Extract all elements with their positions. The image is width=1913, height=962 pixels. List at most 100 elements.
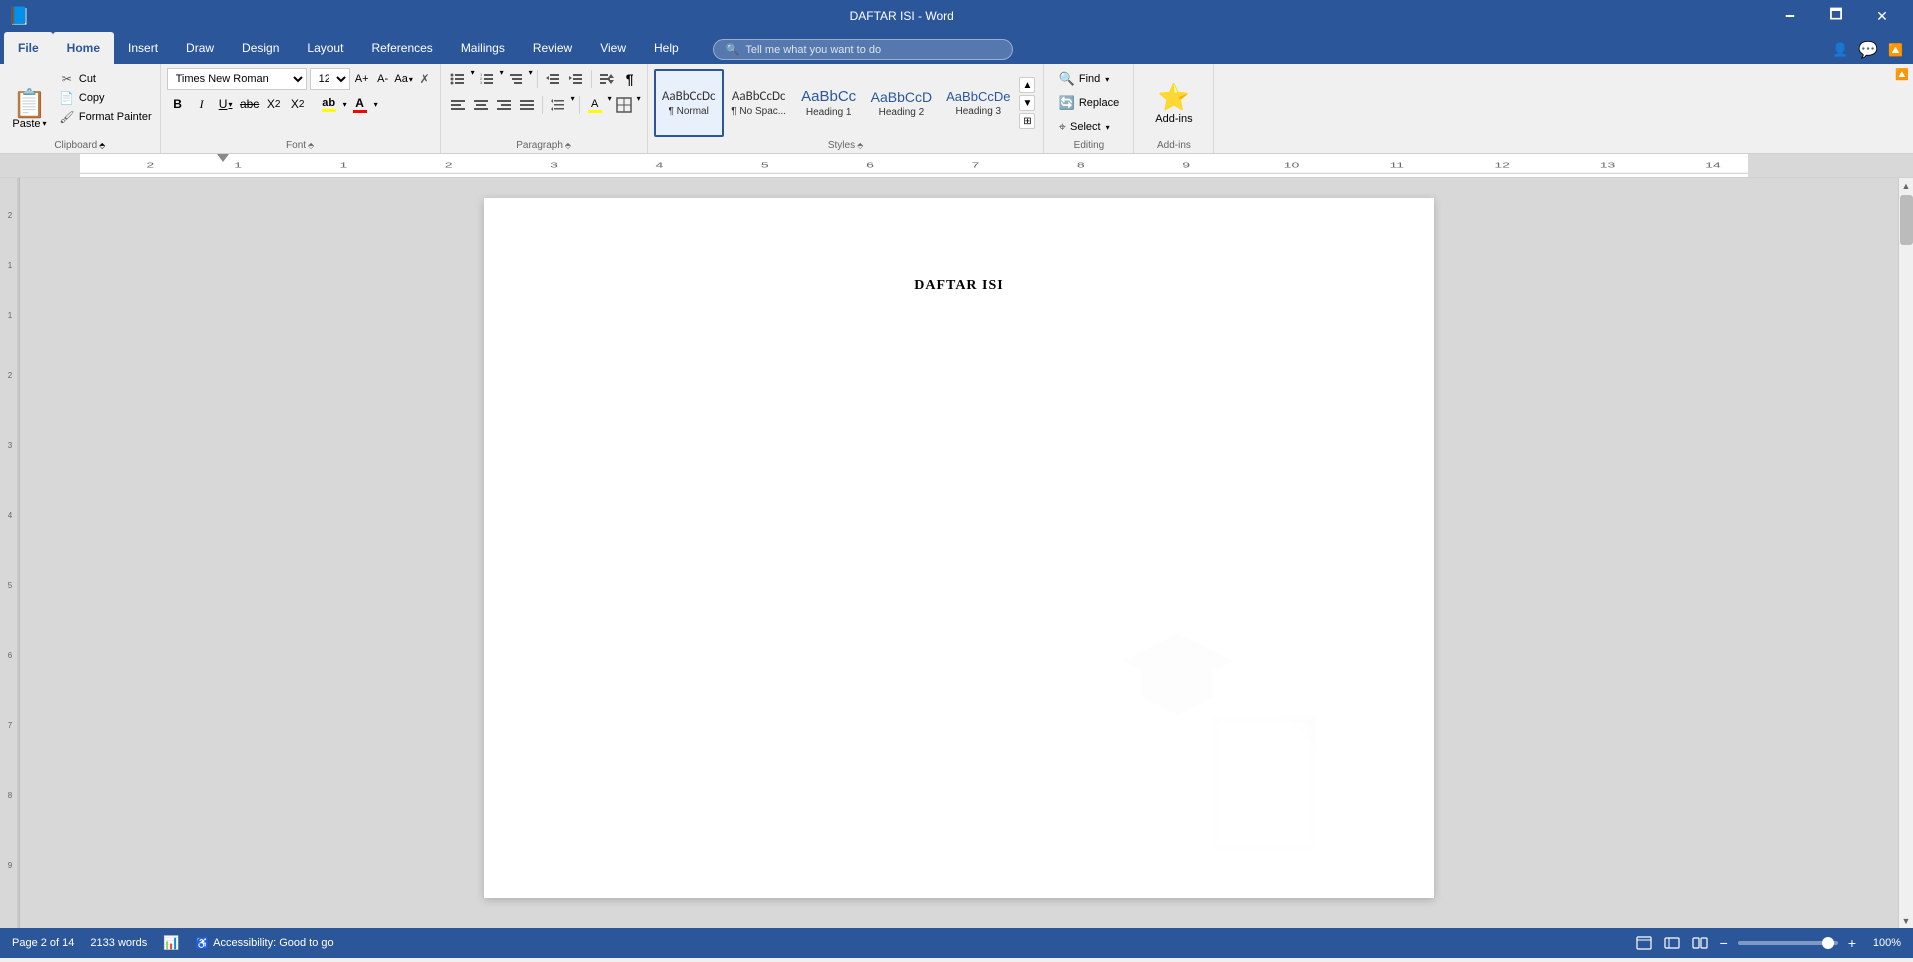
borders-dropdown[interactable]: ▾	[637, 94, 641, 116]
shading-button[interactable]: A	[584, 94, 606, 116]
word-count-display[interactable]: 2133 words	[90, 937, 147, 949]
font-row2: B I U▾ abc X2 X2 ab ▾ A	[167, 93, 378, 115]
replace-button[interactable]: 🔄 Replace	[1053, 92, 1126, 114]
show-marks-button[interactable]: ¶	[619, 68, 641, 90]
style-h2[interactable]: AaBbCcD Heading 2	[864, 69, 939, 137]
font-grow-button[interactable]: A+	[353, 69, 371, 89]
multilevel-dropdown[interactable]: ▾	[529, 68, 533, 90]
numbering-button[interactable]: 123	[476, 68, 498, 90]
close-button[interactable]: ✕	[1859, 0, 1905, 32]
ribbon-collapse-button[interactable]: 🔼	[1895, 68, 1909, 81]
clipboard-expand[interactable]: ⬘	[99, 141, 105, 150]
tab-help[interactable]: Help	[640, 32, 693, 64]
style-nospace[interactable]: AaBbCcDc ¶ No Spac...	[724, 69, 794, 137]
style-h3[interactable]: AaBbCcDe Heading 3	[939, 69, 1017, 137]
paste-dropdown-arrow[interactable]: ▾	[43, 119, 47, 128]
copy-button[interactable]: 📄 Copy	[55, 89, 156, 107]
tab-view[interactable]: View	[586, 32, 640, 64]
paste-button[interactable]: 📋 Paste ▾	[4, 68, 55, 151]
view-web-layout[interactable]	[1662, 933, 1682, 953]
style-normal[interactable]: AaBbCcDc ¶ Normal	[654, 69, 724, 137]
sort-button[interactable]	[596, 68, 618, 90]
find-button[interactable]: 🔍 Find ▾	[1053, 68, 1116, 90]
zoom-level[interactable]: 100%	[1866, 937, 1901, 949]
scroll-up-button[interactable]: ▲	[1899, 178, 1913, 193]
view-print-layout[interactable]	[1634, 933, 1654, 953]
align-right-button[interactable]	[493, 94, 515, 116]
styles-scroll-down[interactable]: ▼	[1019, 95, 1035, 111]
highlight-dropdown[interactable]: ▾	[343, 100, 347, 109]
scroll-thumb[interactable]	[1900, 195, 1913, 245]
page-info[interactable]: Page 2 of 14	[12, 937, 74, 949]
vertical-scrollbar[interactable]: ▲ ▼	[1898, 178, 1913, 928]
svg-text:7: 7	[972, 161, 980, 169]
select-dropdown[interactable]: ▾	[1106, 123, 1110, 132]
superscript-button[interactable]: X2	[287, 93, 309, 115]
select-button[interactable]: ⌖ Select ▾	[1053, 116, 1116, 138]
comment-icon[interactable]: 💬	[1858, 40, 1878, 60]
styles-expand[interactable]: ⬘	[857, 141, 863, 150]
document-scroll-area[interactable]: DAFTAR ISI	[20, 178, 1898, 928]
highlight-button[interactable]: ab	[318, 93, 340, 115]
styles-scroll-up[interactable]: ▲	[1019, 77, 1035, 93]
collapse-ribbon-icon[interactable]: 🔼	[1888, 43, 1903, 57]
justify-button[interactable]	[516, 94, 538, 116]
tab-layout[interactable]: Layout	[293, 32, 357, 64]
numbering-dropdown[interactable]: ▾	[500, 68, 504, 90]
change-case-button[interactable]: Aa▾	[395, 69, 413, 89]
tab-references[interactable]: References	[357, 32, 446, 64]
word-count-icon[interactable]: 📊	[163, 935, 179, 951]
svg-text:13: 13	[1600, 161, 1616, 169]
minimize-button[interactable]: 🗕	[1767, 0, 1813, 32]
format-painter-button[interactable]: 🖌 Format Painter	[55, 108, 156, 126]
zoom-out-button[interactable]: −	[1718, 935, 1730, 951]
zoom-in-button[interactable]: +	[1846, 935, 1858, 951]
document-content[interactable]	[564, 314, 1354, 714]
tab-draw[interactable]: Draw	[172, 32, 228, 64]
styles-more[interactable]: ⊞	[1019, 113, 1035, 129]
align-center-button[interactable]	[470, 94, 492, 116]
tab-mailings[interactable]: Mailings	[447, 32, 519, 64]
font-color-dropdown[interactable]: ▾	[374, 100, 378, 109]
bold-button[interactable]: B	[167, 93, 189, 115]
zoom-slider[interactable]	[1738, 941, 1838, 945]
tab-file[interactable]: File	[4, 32, 53, 64]
bullets-button[interactable]	[447, 68, 469, 90]
tab-review[interactable]: Review	[519, 32, 586, 64]
subscript-button[interactable]: X2	[263, 93, 285, 115]
svg-text:1: 1	[339, 161, 347, 169]
tab-insert[interactable]: Insert	[114, 32, 172, 64]
font-size-select[interactable]: 12	[310, 68, 350, 90]
multilevel-button[interactable]	[505, 68, 527, 90]
decrease-indent-button[interactable]	[542, 68, 564, 90]
italic-button[interactable]: I	[191, 93, 213, 115]
para-row1: ▾ 123 ▾ ▾	[447, 68, 641, 90]
paragraph-expand[interactable]: ⬘	[565, 141, 571, 150]
svg-text:6: 6	[866, 161, 874, 169]
font-color-button[interactable]: A	[349, 93, 371, 115]
bullets-dropdown[interactable]: ▾	[471, 68, 475, 90]
increase-indent-button[interactable]	[565, 68, 587, 90]
scroll-down-button[interactable]: ▼	[1899, 913, 1913, 928]
search-box[interactable]: 🔍 Tell me what you want to do	[713, 39, 1013, 60]
find-dropdown[interactable]: ▾	[1105, 75, 1109, 84]
underline-button[interactable]: U▾	[215, 93, 237, 115]
strikethrough-button[interactable]: abc	[239, 93, 261, 115]
addins-button[interactable]: ⭐ Add-ins	[1145, 78, 1202, 129]
style-h1[interactable]: AaBbCc Heading 1	[794, 69, 864, 137]
maximize-button[interactable]: 🗖	[1813, 0, 1859, 32]
tab-design[interactable]: Design	[228, 32, 293, 64]
line-spacing-button[interactable]	[547, 94, 569, 116]
align-left-button[interactable]	[447, 94, 469, 116]
line-spacing-dropdown[interactable]: ▾	[571, 94, 575, 116]
font-expand[interactable]: ⬘	[308, 141, 314, 150]
view-read-mode[interactable]	[1690, 933, 1710, 953]
clear-format-button[interactable]: ✗	[416, 69, 434, 89]
font-shrink-button[interactable]: A-	[374, 69, 392, 89]
shading-dropdown[interactable]: ▾	[608, 94, 612, 116]
cut-button[interactable]: ✂ Cut	[55, 70, 156, 88]
accessibility-status[interactable]: ♿ Accessibility: Good to go	[195, 937, 333, 950]
tab-home[interactable]: Home	[53, 32, 114, 64]
borders-button[interactable]	[613, 94, 635, 116]
font-name-select[interactable]: Times New Roman	[167, 68, 307, 90]
